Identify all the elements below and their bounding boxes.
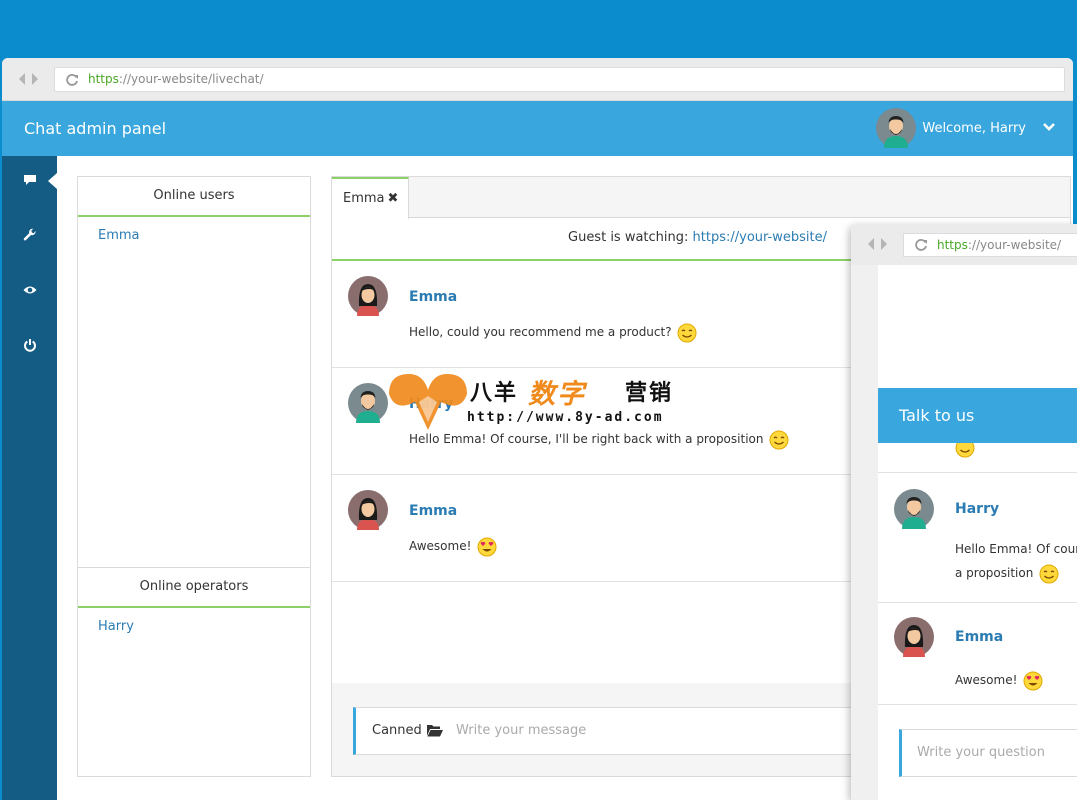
message-text: Awesome! xyxy=(409,535,497,557)
browser-toolbar: https://your-website/livechat/ xyxy=(2,58,1073,101)
smile-emoji-icon xyxy=(955,443,975,458)
admin-sidebar xyxy=(2,156,57,800)
harry-avatar xyxy=(894,489,934,533)
guest-url-link[interactable]: https://your-website/ xyxy=(693,230,827,245)
canned-responses-button[interactable]: Canned xyxy=(372,708,422,754)
folder-open-icon[interactable] xyxy=(427,724,443,737)
client-browser-window: https://your-website/ Talk to us Harry H… xyxy=(851,224,1077,800)
operator-avatar[interactable] xyxy=(876,108,916,152)
smile-emoji-icon xyxy=(769,430,789,449)
heart-eyes-emoji-icon xyxy=(477,537,497,556)
url-path: ://your-website/livechat/ xyxy=(118,72,264,86)
widget-title[interactable]: Talk to us xyxy=(878,388,1077,443)
sidebar-item-chat[interactable] xyxy=(2,160,57,200)
watermark-text-1: 八羊 xyxy=(470,381,519,406)
message-item xyxy=(878,443,1077,473)
chevron-down-icon[interactable] xyxy=(1043,122,1055,132)
online-operator-link[interactable]: Harry xyxy=(78,608,310,645)
message-sender[interactable]: Emma xyxy=(409,289,457,305)
sidebar-item-settings[interactable] xyxy=(2,215,57,255)
message-text: Hello, could you recommend me a product? xyxy=(409,321,697,343)
users-panel: Online users Emma Online operators Harry xyxy=(77,176,311,777)
chat-widget: Talk to us Harry Hello Emma! Of cours a … xyxy=(878,388,1077,800)
tab-label: Emma xyxy=(343,191,385,206)
smile-emoji-icon xyxy=(677,323,697,342)
chat-icon xyxy=(23,175,36,185)
emma-avatar xyxy=(894,617,934,661)
tab-emma[interactable]: Emma ✖ xyxy=(332,177,409,219)
app-title: Chat admin panel xyxy=(24,119,167,138)
watermark-url: http://www.8y-ad.com xyxy=(467,410,664,425)
sidebar-item-logout[interactable] xyxy=(2,325,57,365)
message-input[interactable]: Write your message xyxy=(456,708,586,754)
power-icon xyxy=(23,339,36,352)
browser-nav-arrows[interactable] xyxy=(17,72,41,86)
widget-message-list: Harry Hello Emma! Of cours a proposition xyxy=(878,443,1077,705)
online-users-heading: Online users xyxy=(78,177,310,217)
ram-logo-icon xyxy=(389,374,467,430)
browser-nav-arrows[interactable] xyxy=(866,237,890,251)
message-item: Emma Awesome! xyxy=(878,603,1077,705)
client-browser-toolbar: https://your-website/ xyxy=(851,224,1077,265)
emma-avatar xyxy=(348,490,388,534)
harry-avatar xyxy=(348,383,388,427)
online-operators-heading: Online operators xyxy=(78,568,310,608)
eye-icon xyxy=(23,286,36,294)
operators-section: Online operators Harry xyxy=(78,567,310,645)
guest-watching-label: Guest is watching: xyxy=(568,230,693,245)
welcome-user-menu[interactable]: Welcome, Harry xyxy=(922,101,1026,156)
address-bar[interactable]: https://your-website/livechat/ xyxy=(54,67,1065,92)
message-sender[interactable]: Emma xyxy=(409,503,457,519)
smile-emoji-icon xyxy=(1039,564,1059,583)
admin-header: Chat admin panel Welcome, Harry xyxy=(2,101,1073,156)
message-text-line: a proposition xyxy=(955,561,1059,585)
emma-avatar xyxy=(348,276,388,320)
message-sender[interactable]: Harry xyxy=(955,501,999,517)
sidebar-item-monitor[interactable] xyxy=(2,270,57,310)
watermark-logo: 八羊 数字 营销 http://www.8y-ad.com xyxy=(385,372,685,432)
question-input[interactable]: Write your question xyxy=(899,729,1077,777)
client-address-bar[interactable]: https://your-website/ xyxy=(903,233,1077,257)
online-user-link[interactable]: Emma xyxy=(78,217,310,254)
message-text-line: Hello Emma! Of cours xyxy=(955,542,1077,556)
reload-icon[interactable] xyxy=(65,73,79,87)
watermark-text-2: 数字 xyxy=(528,379,586,410)
reload-icon[interactable] xyxy=(914,238,928,252)
url-path: ://your-website/ xyxy=(967,238,1062,252)
message-text-line: Awesome! xyxy=(955,668,1043,692)
client-page-margin xyxy=(851,265,878,800)
message-item: Harry Hello Emma! Of cours a proposition xyxy=(878,473,1077,603)
url-protocol: https xyxy=(937,238,968,252)
heart-eyes-emoji-icon xyxy=(1023,671,1043,690)
url-protocol: https xyxy=(88,72,119,86)
wrench-icon xyxy=(23,228,36,241)
message-sender[interactable]: Emma xyxy=(955,629,1003,645)
close-icon[interactable]: ✖ xyxy=(388,191,399,206)
watermark-text-3: 营销 xyxy=(625,381,674,406)
